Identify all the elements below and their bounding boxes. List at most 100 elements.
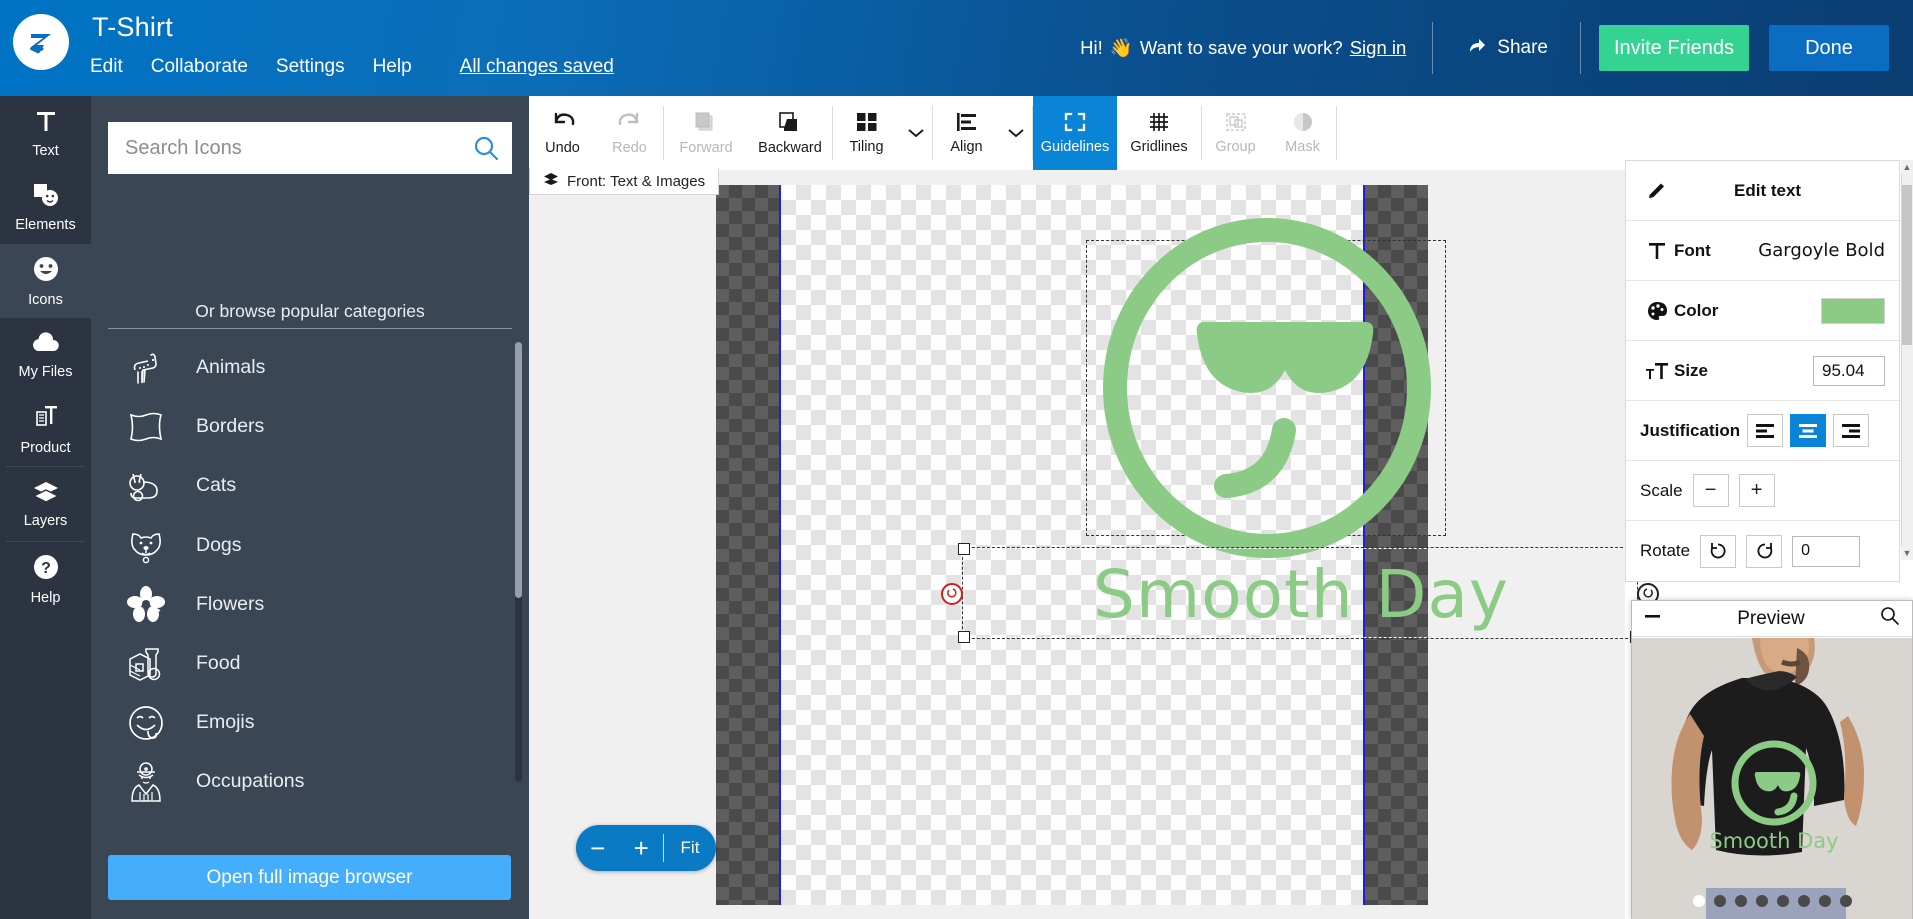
- preview-title: Preview: [1662, 608, 1880, 630]
- signin-prompt: Hi! 👋 Want to save your work? Sign in: [1080, 37, 1432, 59]
- scroll-down-arrow-icon[interactable]: ▼: [1901, 546, 1913, 560]
- text-T-icon: [33, 108, 59, 139]
- scale-increase-button[interactable]: +: [1739, 474, 1775, 507]
- rotate-input[interactable]: [1792, 536, 1860, 567]
- canvas-area[interactable]: Smooth Day: [529, 170, 1625, 919]
- list-item[interactable]: Food: [108, 634, 512, 693]
- print-zone[interactable]: Smooth Day: [779, 185, 1365, 905]
- magnifier-icon[interactable]: [460, 122, 512, 174]
- sidebar-item-help[interactable]: ? Help: [0, 542, 91, 616]
- category-label: Food: [196, 652, 240, 675]
- page-title: T-Shirt: [92, 12, 173, 43]
- zoom-fit-button[interactable]: Fit: [663, 834, 716, 862]
- zoom-in-button[interactable]: +: [620, 833, 664, 864]
- layers-stack-icon: [543, 172, 559, 190]
- sidebar-item-layers[interactable]: Layers: [0, 467, 91, 541]
- sidebar-item-icons[interactable]: Icons: [0, 244, 91, 318]
- tiling-grid-icon: [855, 111, 879, 137]
- forward-button[interactable]: Forward: [664, 96, 748, 170]
- rotate-clockwise-icon[interactable]: [1746, 535, 1782, 568]
- preview-dot[interactable]: [1714, 895, 1726, 907]
- scroll-up-arrow-icon[interactable]: ▲: [1901, 160, 1913, 174]
- mask-button[interactable]: Mask: [1269, 96, 1336, 170]
- color-row[interactable]: Color: [1626, 281, 1899, 341]
- justify-right-button[interactable]: [1833, 414, 1869, 447]
- preview-dot[interactable]: [1756, 895, 1768, 907]
- justify-left-button[interactable]: [1747, 414, 1783, 447]
- align-chevron-down-icon[interactable]: [1000, 96, 1032, 170]
- menu-item-settings[interactable]: Settings: [276, 56, 345, 78]
- tiling-button[interactable]: Tiling: [833, 96, 900, 170]
- size-input[interactable]: [1813, 356, 1885, 386]
- artboard[interactable]: Smooth Day: [716, 185, 1428, 905]
- preview-dot[interactable]: [1735, 895, 1747, 907]
- gridlines-label: Gridlines: [1130, 139, 1187, 155]
- list-item[interactable]: Dogs: [108, 516, 512, 575]
- magnifier-icon[interactable]: [1880, 606, 1900, 631]
- artboard-margin-left: [716, 185, 779, 905]
- list-item[interactable]: Occupations: [108, 752, 512, 802]
- zoom-out-button[interactable]: −: [576, 833, 620, 864]
- scale-row: Scale − +: [1626, 461, 1899, 521]
- cool-sunglasses-smiley-icon[interactable]: [1091, 218, 1443, 558]
- sidebar-item-elements[interactable]: Elements: [0, 170, 91, 244]
- open-full-image-browser-button[interactable]: Open full image browser: [108, 855, 511, 900]
- group-button[interactable]: Group: [1202, 96, 1269, 170]
- menu-item-collaborate[interactable]: Collaborate: [151, 56, 248, 78]
- resize-handle-bottom-left[interactable]: [958, 631, 970, 643]
- scale-decrease-button[interactable]: −: [1693, 474, 1729, 507]
- edit-text-row[interactable]: Edit text: [1626, 161, 1899, 221]
- color-swatch[interactable]: [1821, 298, 1885, 324]
- gridlines-hash-icon: [1147, 111, 1171, 137]
- menu-item-edit[interactable]: Edit: [90, 56, 123, 78]
- font-value[interactable]: Gargoyle Bold: [1758, 240, 1885, 261]
- sidebar-item-text[interactable]: Text: [0, 96, 91, 170]
- preview-dot[interactable]: [1798, 895, 1810, 907]
- share-label: Share: [1497, 37, 1548, 59]
- list-item[interactable]: Animals: [108, 338, 512, 397]
- preview-dot[interactable]: [1693, 895, 1705, 907]
- layer-tab-front-text-images[interactable]: Front: Text & Images: [529, 168, 719, 195]
- list-item[interactable]: Emojis: [108, 693, 512, 752]
- done-button[interactable]: Done: [1769, 25, 1889, 71]
- zoom-controls: − + Fit: [576, 825, 716, 871]
- hibiscus-flower-icon: [114, 585, 178, 623]
- preview-image[interactable]: Smooth Day: [1632, 638, 1912, 919]
- preview-dot[interactable]: [1840, 895, 1852, 907]
- font-row[interactable]: Font Gargoyle Bold: [1626, 221, 1899, 281]
- preview-dot[interactable]: [1819, 895, 1831, 907]
- sidebar-item-product[interactable]: Product: [0, 392, 91, 466]
- properties-scrollbar-thumb[interactable]: [1902, 185, 1912, 345]
- list-item[interactable]: Borders: [108, 397, 512, 456]
- resize-handle-top-left[interactable]: [958, 543, 970, 555]
- header-divider-2: [1580, 22, 1581, 74]
- list-item[interactable]: Flowers: [108, 575, 512, 634]
- save-status-link[interactable]: All changes saved: [460, 56, 614, 78]
- signin-link[interactable]: Sign in: [1350, 37, 1407, 59]
- align-button[interactable]: Align: [933, 96, 1000, 170]
- smiley-face-icon: [32, 255, 60, 288]
- guidelines-button[interactable]: Guidelines: [1033, 96, 1117, 170]
- product-tshirt-press-icon: [32, 403, 60, 436]
- category-scrollbar-thumb[interactable]: [515, 342, 522, 598]
- search-input[interactable]: [108, 122, 460, 174]
- tiling-chevron-down-icon[interactable]: [900, 96, 932, 170]
- sidebar-item-my-files[interactable]: My Files: [0, 318, 91, 392]
- rotate-handle-left[interactable]: [941, 583, 963, 605]
- redo-button[interactable]: Redo: [596, 96, 663, 170]
- minimize-icon[interactable]: [1644, 609, 1662, 628]
- backward-button[interactable]: Backward: [748, 96, 832, 170]
- share-button[interactable]: Share: [1433, 34, 1580, 62]
- rotate-counterclockwise-icon[interactable]: [1700, 535, 1736, 568]
- text-selection-box[interactable]: Smooth Day: [963, 548, 1637, 638]
- gridlines-button[interactable]: Gridlines: [1117, 96, 1201, 170]
- design-text[interactable]: Smooth Day: [964, 549, 1638, 639]
- undo-button[interactable]: Undo: [529, 96, 596, 170]
- invite-friends-button[interactable]: Invite Friends: [1599, 25, 1749, 71]
- justify-center-button[interactable]: [1790, 414, 1826, 447]
- zazzle-z-logo-icon[interactable]: [13, 14, 69, 70]
- list-item[interactable]: Cats: [108, 456, 512, 515]
- preview-dot[interactable]: [1777, 895, 1789, 907]
- menu-item-help[interactable]: Help: [373, 56, 412, 78]
- size-label: Size: [1674, 361, 1708, 381]
